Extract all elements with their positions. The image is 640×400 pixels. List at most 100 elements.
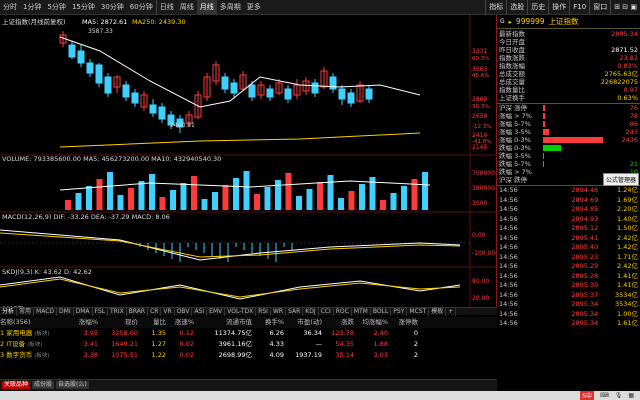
distribution-bar: [543, 121, 545, 127]
period-tab-3[interactable]: 15分钟: [69, 0, 98, 15]
indicator-tab-10[interactable]: OBV: [175, 307, 193, 316]
column-header[interactable]: 均涨幅%: [356, 317, 390, 328]
quote-row: 指数涨跌 23.82: [497, 54, 640, 62]
indicator-tab-3[interactable]: DMI: [57, 307, 74, 316]
table-cell: 2: [413, 340, 418, 348]
tool-history[interactable]: 历史: [527, 0, 548, 15]
indicator-tab-11[interactable]: ASI: [192, 307, 208, 316]
quote-row: 总成交量 226822075: [497, 78, 640, 86]
volume-bar: [233, 178, 239, 210]
distribution-value: 21: [629, 160, 638, 168]
volume-bar: [306, 189, 313, 210]
column-header[interactable]: 换手%: [254, 317, 286, 328]
period-tab-9[interactable]: 多周期: [217, 0, 244, 15]
distribution-bar: [543, 129, 549, 135]
column-header[interactable]: 涨跌: [324, 317, 356, 328]
period-tab-1[interactable]: 1分钟: [20, 0, 44, 15]
table-row[interactable]: 2 IT设备 (板块) 3.41 1649.21 1.27 0.02 3961.16亿 4.…: [0, 339, 497, 350]
bottom-tab-2[interactable]: 自选股(么): [56, 381, 89, 389]
tick-volume: 2.20亿: [617, 205, 638, 213]
tick-volume: 3534亿: [614, 300, 638, 308]
indicator-tab-2[interactable]: MACD: [34, 307, 58, 316]
indicator-tab-18[interactable]: CCI: [319, 307, 334, 316]
column-header[interactable]: 现价: [100, 317, 140, 328]
period-tab-2[interactable]: 5分钟: [44, 0, 68, 15]
kline-chart[interactable]: 上证指数(月线前复权) MA5: 2872.61 MA250: 2439.30 VOL…: [0, 15, 497, 313]
indicator-tab-25[interactable]: +: [446, 307, 457, 316]
table-cell: 2: [413, 351, 418, 359]
tool-window[interactable]: 窗口: [589, 0, 610, 15]
candle-body: [365, 88, 373, 100]
indicator-tab-9[interactable]: VR: [161, 307, 175, 316]
volume-bar: [327, 175, 334, 210]
distribution-row: 涨幅 0-3% 2436: [497, 136, 640, 144]
indicator-tab-4[interactable]: DMA: [74, 307, 93, 316]
indicator-tab-6[interactable]: TRIX: [108, 307, 127, 316]
indicator-tab-21[interactable]: BOLL: [371, 307, 392, 316]
indicator-tab-19[interactable]: ROC: [334, 307, 352, 316]
indicator-tab-24[interactable]: 模板: [429, 307, 447, 316]
column-header[interactable]: 涨速%: [168, 317, 196, 328]
column-header[interactable]: 量比: [140, 317, 168, 328]
indicator-tab-0[interactable]: 分析: [0, 307, 18, 316]
window-controls[interactable]: ⊞ ⊟ ▣: [610, 0, 640, 15]
distribution-value: 78: [629, 112, 638, 120]
indicator-tab-17[interactable]: KDJ: [303, 307, 319, 316]
period-tab-4[interactable]: 30分钟: [98, 0, 127, 15]
table-row[interactable]: 3 数字货币 (板块) 3.38 1075.51 1.22 0.02 2698.99亿 4.…: [0, 350, 497, 361]
tick-volume: 1.71亿: [617, 252, 638, 261]
keyboard-icon[interactable]: ⌨: [600, 392, 609, 399]
tool-select[interactable]: 选股: [506, 0, 527, 15]
indicator-tab-20[interactable]: MTM: [352, 307, 371, 316]
column-header[interactable]: 名称(356): [0, 317, 70, 328]
period-tab-8[interactable]: 月线: [196, 0, 217, 15]
volume-bar: [401, 186, 407, 210]
candle-body: [104, 76, 112, 94]
period-tab-5[interactable]: 60分钟: [127, 0, 156, 15]
bottom-tab-1[interactable]: 成份股: [32, 381, 55, 389]
quote-label: 总成交量: [499, 78, 525, 86]
tool-operate[interactable]: 操作: [548, 0, 569, 15]
indicator-tab-15[interactable]: WR: [271, 307, 287, 316]
indicator-tab-8[interactable]: CR: [148, 307, 162, 316]
grid-icon[interactable]: ▦: [628, 392, 634, 399]
period-tab-7[interactable]: 周线: [177, 0, 197, 15]
indicator-tab-5[interactable]: FSL: [93, 307, 109, 316]
distribution-row: 涨幅 3-5% 243: [497, 128, 640, 136]
indicator-tab-23[interactable]: MCST: [407, 307, 430, 316]
period-tab-6[interactable]: 日线: [155, 0, 177, 15]
ime-indicator[interactable]: S中: [580, 391, 595, 400]
candle-body: [266, 88, 274, 98]
indicator-tab-7[interactable]: BRAR: [127, 307, 149, 316]
tool-indicator[interactable]: 指标: [485, 0, 506, 15]
indicator-tab-12[interactable]: EMV: [207, 307, 226, 316]
table-cell: 4.09: [269, 351, 284, 359]
period-tab-0[interactable]: 分时: [0, 0, 20, 15]
indicator-tab-14[interactable]: RSI: [256, 307, 271, 316]
volume-bar: [191, 176, 197, 210]
column-header[interactable]: 涨幅%: [70, 317, 100, 328]
table-cell: 3.41: [83, 340, 98, 348]
column-header[interactable]: 流通市值: [196, 317, 254, 328]
indicator-tab-16[interactable]: SAR: [286, 307, 304, 316]
table-header: 名称(356) 涨幅% 现价 量比 涨速% 流通市值 换手% 市盈(动) 涨跌 均涨幅% 涨停数: [0, 317, 497, 328]
bottom-tab-0[interactable]: 关联品种: [2, 381, 31, 389]
table-cell: —: [315, 340, 323, 348]
period-tab-10[interactable]: 更多: [244, 0, 264, 15]
indicator-tab-13[interactable]: VOL-TDX: [225, 307, 257, 316]
price-axis-label: 2145: [472, 144, 487, 151]
column-header[interactable]: 市盈(动): [286, 317, 324, 328]
quote-row: 昨日收盘 2871.52: [497, 46, 640, 54]
kdj-title: SKDJ(9,3) K: 43.62 D: 42.62: [2, 268, 92, 276]
candle-body: [221, 76, 229, 90]
table-cell: 0.02: [179, 340, 194, 348]
tool-f10[interactable]: F10: [569, 0, 589, 15]
distribution-label: 跌幅 3-5%: [499, 152, 531, 160]
table-row[interactable]: 1 家用电器 (板块) 3.95 3258.60 1.35 0.12 11374.75亿 6…: [0, 328, 497, 339]
tick-row: 14:56 2895.37 3534亿: [497, 291, 640, 301]
indicator-tab-1[interactable]: 常用: [17, 307, 35, 316]
chart-area[interactable]: 上证指数(月线前复权) MA5: 2872.61 MA250: 2439.30 VOL…: [0, 15, 497, 313]
column-header[interactable]: 涨停数: [390, 317, 420, 328]
mic-icon[interactable]: 🎙: [615, 392, 623, 399]
indicator-tab-22[interactable]: PSY: [391, 307, 408, 316]
